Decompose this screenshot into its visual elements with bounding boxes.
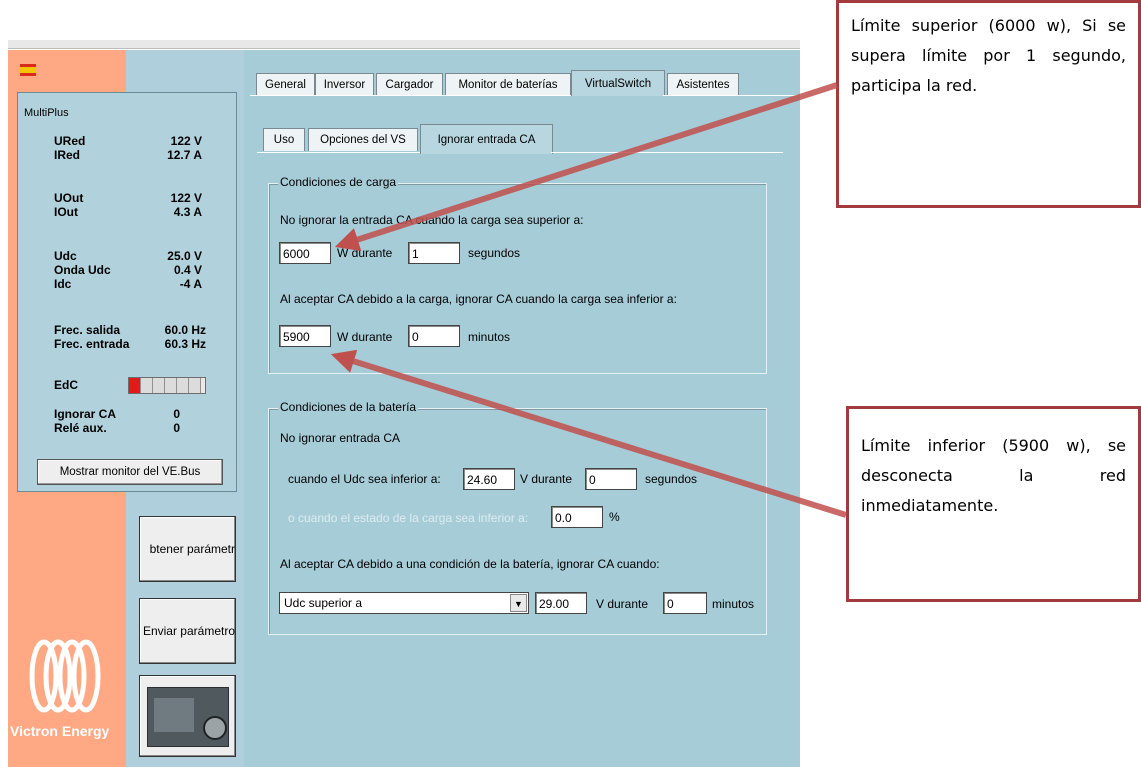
- upper-limit-arrow: [334, 82, 838, 252]
- lower-limit-arrow: [330, 349, 847, 518]
- annotation-arrows: [330, 82, 847, 518]
